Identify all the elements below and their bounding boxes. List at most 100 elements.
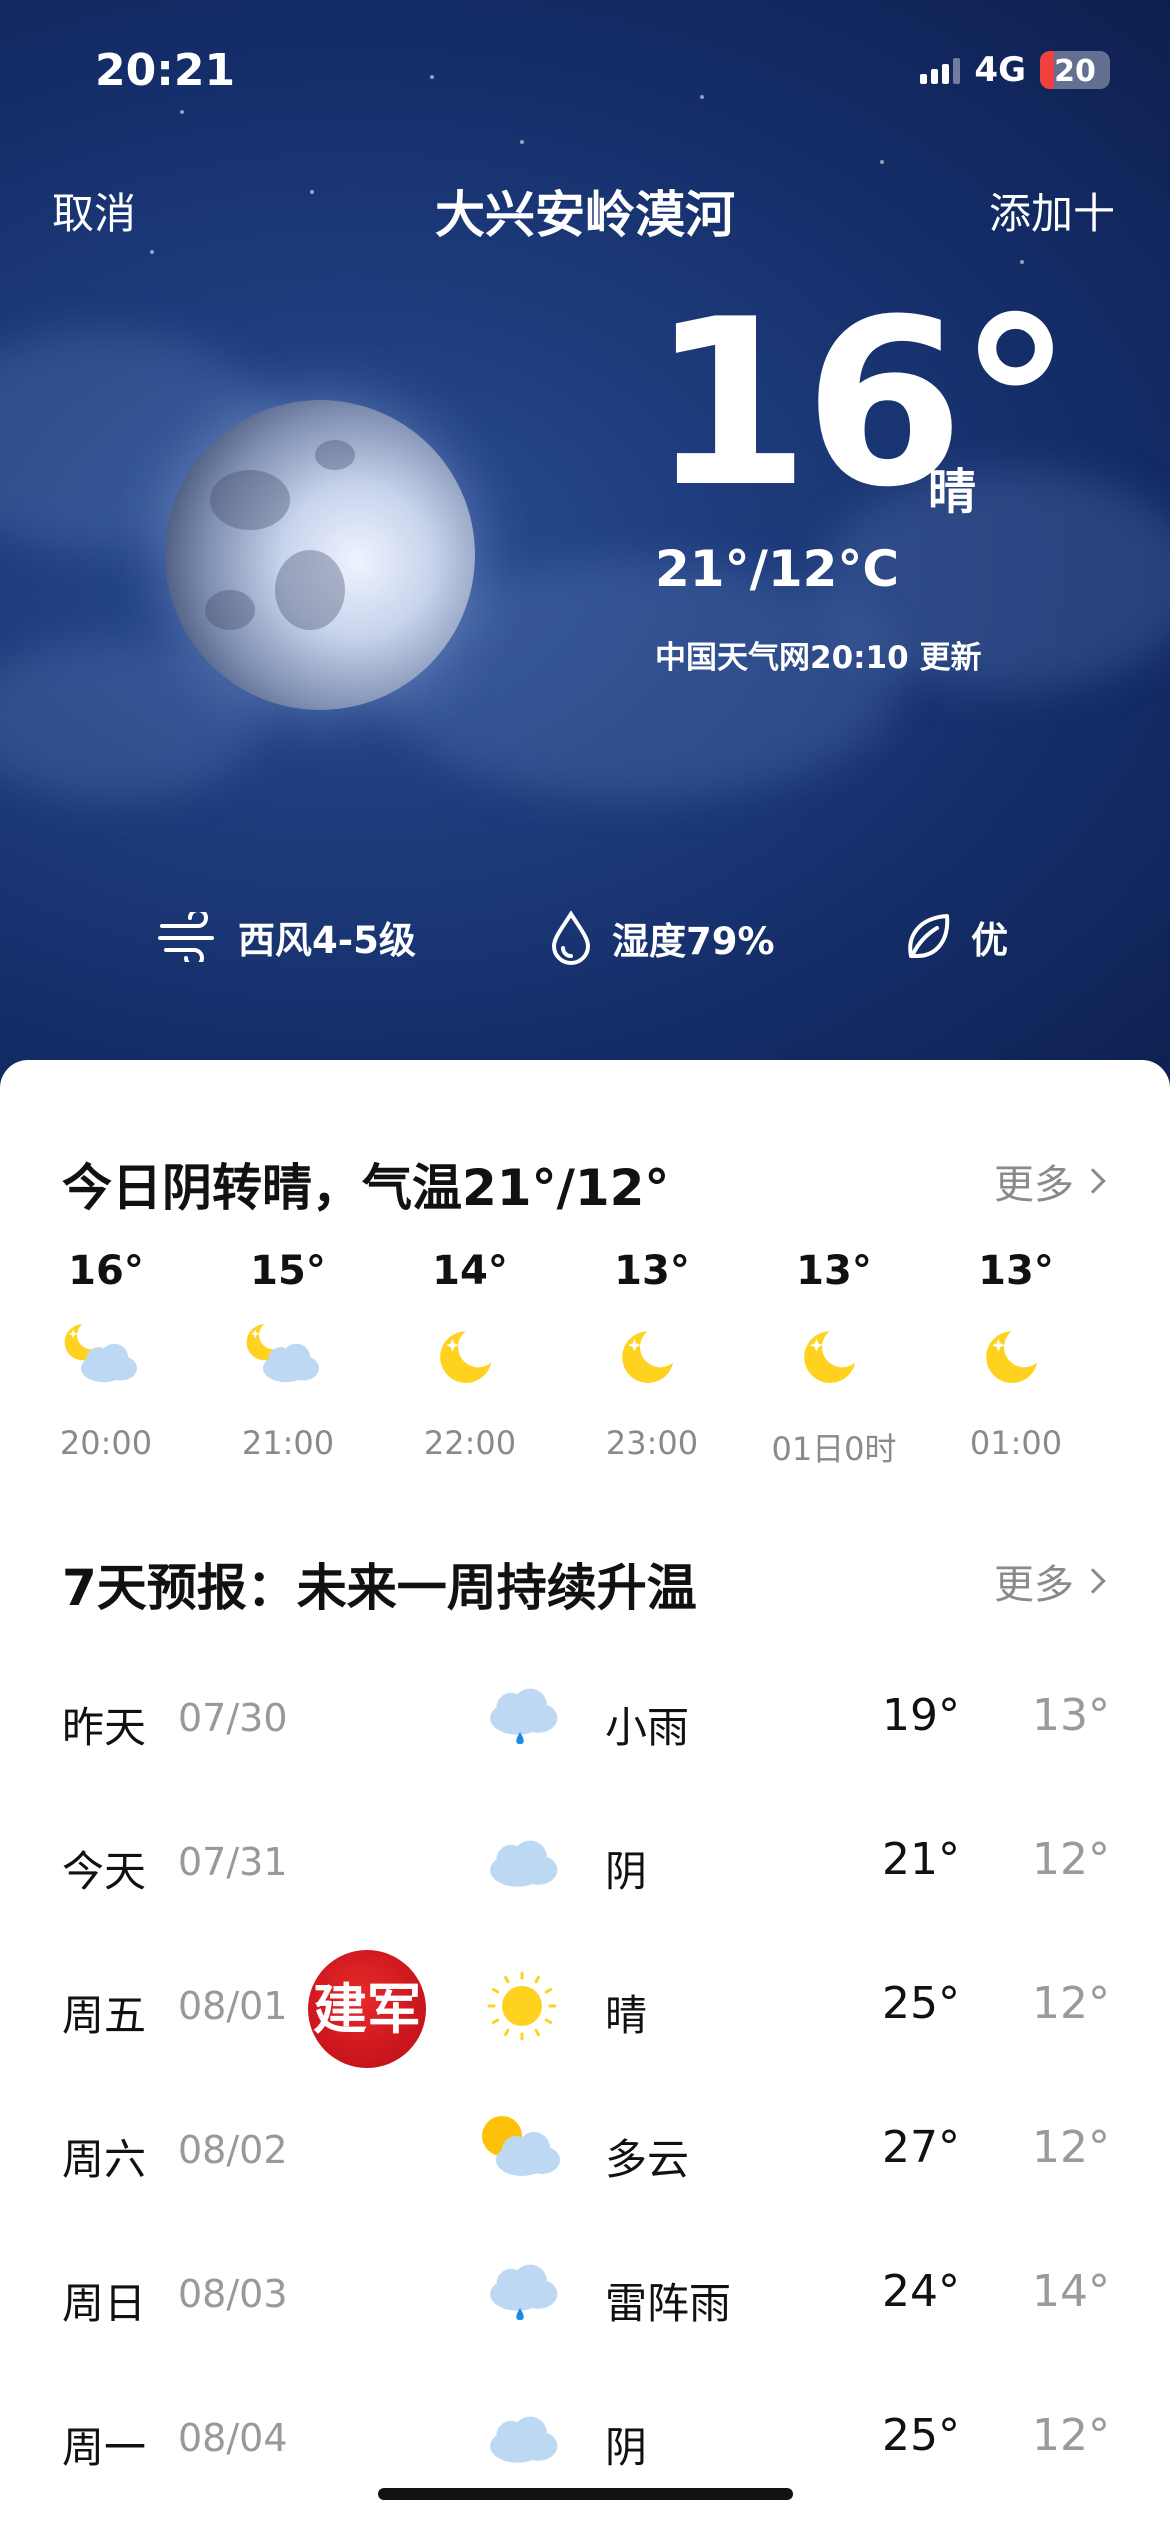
moon-cloud-icon	[64, 1324, 137, 1383]
leaf-icon	[908, 914, 950, 958]
moon-icon	[986, 1331, 1038, 1383]
today-range: 21°/12°C	[655, 540, 900, 598]
star	[880, 160, 884, 164]
day-condition: 雷阵雨	[605, 2279, 732, 2328]
forecast-title: 7天预报：未来一周持续升温	[62, 1559, 697, 1617]
hour-time: 01日0时	[771, 1430, 897, 1468]
wind-label: 西风4-5级	[238, 919, 416, 962]
hour-icon-wrap	[243, 1324, 333, 1394]
hour-item: 13° 23:00	[561, 1248, 743, 1462]
day-icon-wrap	[478, 1968, 568, 2044]
hour-temperature: 13°	[614, 1248, 690, 1294]
day-name: 昨天	[62, 1703, 147, 1752]
day-name: 周五	[62, 1991, 147, 2040]
day-condition: 阴	[605, 1847, 648, 1896]
star	[1020, 260, 1024, 264]
hour-temperature: 13°	[978, 1248, 1054, 1294]
forecast-day-row[interactable]: 周一 08/04 阴 25° 12°	[0, 2378, 1170, 2498]
day-high: 27°	[882, 2122, 960, 2173]
forecast-day-row[interactable]: 昨天 07/30 小雨 19° 13°	[0, 1658, 1170, 1778]
hour-temperature: 15°	[250, 1248, 326, 1294]
day-date: 08/02	[178, 2128, 288, 2172]
humidity-label: 湿度79%	[612, 920, 775, 963]
day-date: 08/01	[178, 1984, 288, 2028]
star	[180, 110, 184, 114]
day-low: 13°	[1032, 1690, 1110, 1741]
hour-icon-wrap	[971, 1324, 1061, 1394]
moon-icon	[622, 1331, 674, 1383]
day-high: 21°	[882, 1834, 960, 1885]
day-icon-wrap	[478, 2256, 568, 2332]
moon-icon	[804, 1331, 856, 1383]
day-low: 12°	[1032, 1978, 1110, 2029]
status-indicators: 4G 20	[920, 50, 1110, 90]
forecast-day-row[interactable]: 周六 08/02 多云 27° 12°	[0, 2090, 1170, 2210]
cloud-icon	[490, 2416, 558, 2463]
day-high: 24°	[882, 2266, 960, 2317]
rain-icon	[490, 2264, 558, 2320]
status-time: 20:21	[95, 45, 236, 96]
day-date: 07/31	[178, 1840, 288, 1884]
chevron-right-icon	[1080, 1168, 1106, 1194]
hour-time: 20:00	[59, 1424, 153, 1462]
sun-icon	[487, 1971, 557, 2041]
forecast-more-link[interactable]: 更多	[994, 1552, 1106, 1610]
battery-icon: 20	[1040, 51, 1110, 89]
hour-item: 14° 22:00	[379, 1248, 561, 1462]
hour-icon-wrap	[789, 1324, 879, 1394]
hour-icon-wrap	[607, 1324, 697, 1394]
day-high: 25°	[882, 1978, 960, 2029]
hour-item: 13° 01日0时	[743, 1248, 925, 1470]
hour-time: 22:00	[423, 1424, 517, 1462]
day-icon-wrap	[478, 2400, 568, 2476]
humidity-metric: 湿度79%	[548, 910, 775, 966]
forecast-day-row[interactable]: 周五 08/01 晴 25° 12°	[0, 1946, 1170, 2066]
water-drop-icon	[551, 910, 591, 965]
day-low: 12°	[1032, 2410, 1110, 2461]
update-time: 中国天气网20:10 更新	[655, 640, 982, 676]
day-condition: 小雨	[605, 1703, 690, 1752]
more-label: 更多	[994, 1562, 1074, 1608]
day-low: 12°	[1032, 1834, 1110, 1885]
hour-temperature: 16°	[68, 1248, 144, 1294]
day-name: 今天	[62, 1847, 147, 1896]
festival-badge[interactable]: 建军	[308, 1950, 426, 2068]
hour-item: 16° 20:00	[15, 1248, 197, 1462]
hour-item: 15° 21:00	[197, 1248, 379, 1462]
star	[430, 75, 434, 79]
today-summary: 今日阴转晴，气温21°/12°	[62, 1159, 670, 1217]
day-icon-wrap	[478, 2112, 568, 2188]
day-name: 周一	[62, 2423, 147, 2472]
hourly-forecast[interactable]: 16° 20:00 15° 21:00 14° 22:00 13° 23:00 13°	[0, 1248, 1170, 1478]
hour-time: 23:00	[605, 1424, 699, 1462]
hour-icon-wrap	[61, 1324, 151, 1394]
air-quality-metric: 优	[903, 910, 1008, 964]
day-icon-wrap	[478, 1824, 568, 1900]
star	[520, 140, 524, 144]
hour-item: 13° 01:00	[925, 1248, 1107, 1462]
today-more-link[interactable]: 更多	[994, 1152, 1106, 1210]
battery-percent: 20	[1054, 54, 1096, 89]
hour-time: 21:00	[241, 1424, 335, 1462]
forecast-day-row[interactable]: 周日 08/03 雷阵雨 24° 14°	[0, 2234, 1170, 2354]
current-temperature: 16°	[650, 271, 1073, 538]
chevron-right-icon	[1080, 1568, 1106, 1594]
day-date: 08/03	[178, 2272, 288, 2316]
hour-temperature: 13°	[796, 1248, 872, 1294]
day-name: 周六	[62, 2135, 147, 2184]
day-low: 12°	[1032, 2122, 1110, 2173]
cloud-icon	[490, 1840, 558, 1887]
network-type: 4G	[974, 50, 1026, 90]
day-condition: 多云	[605, 2135, 690, 2184]
day-high: 25°	[882, 2410, 960, 2461]
star	[700, 95, 704, 99]
day-high: 19°	[882, 1690, 960, 1741]
forecast-day-row[interactable]: 今天 07/31 阴 21° 12°	[0, 1802, 1170, 1922]
moon-icon	[440, 1331, 492, 1383]
star	[150, 250, 154, 254]
home-indicator[interactable]	[378, 2488, 793, 2500]
add-city-button[interactable]: 添加十	[989, 180, 1115, 241]
day-date: 08/04	[178, 2416, 288, 2460]
day-condition: 阴	[605, 2423, 648, 2472]
hour-icon-wrap	[425, 1324, 515, 1394]
